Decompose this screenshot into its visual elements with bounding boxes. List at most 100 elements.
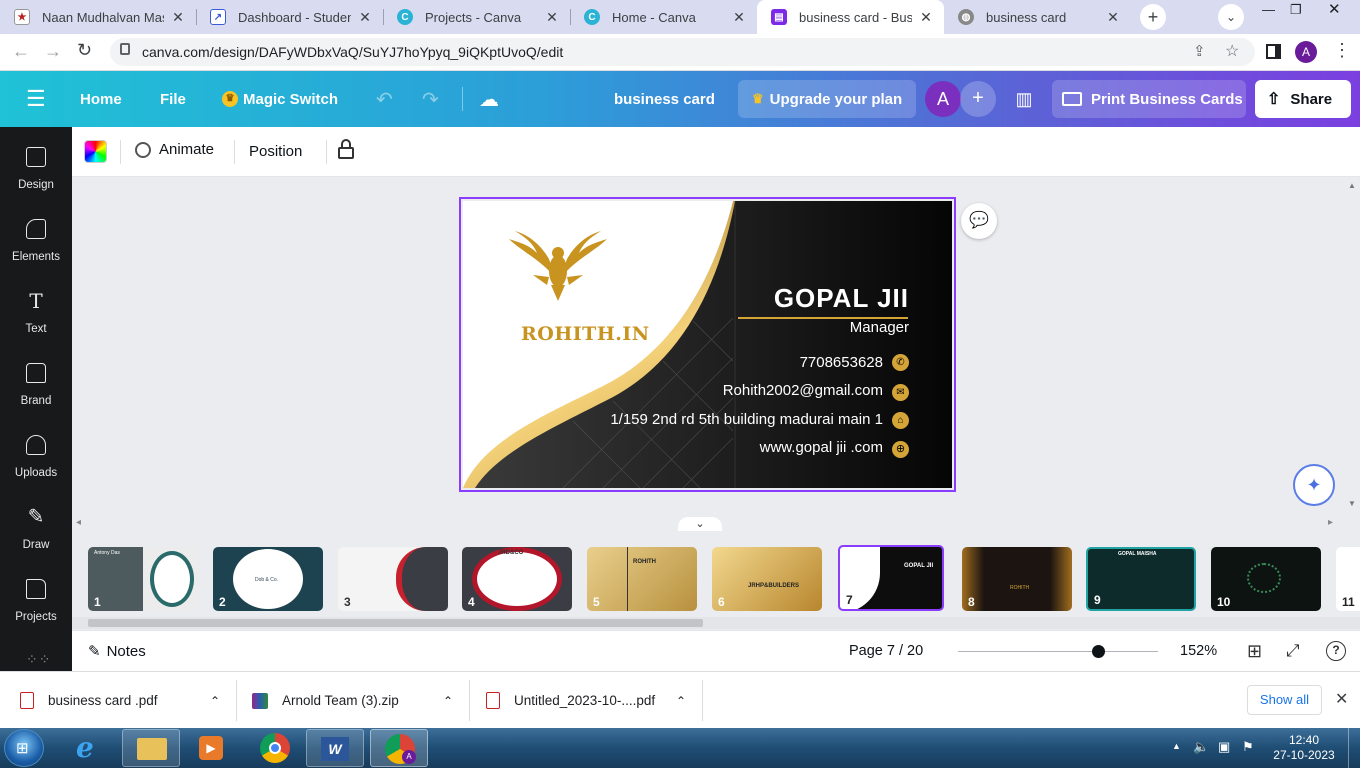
taskbar-ie-icon[interactable]: e	[62, 729, 118, 767]
collapse-pages-chevron-icon[interactable]: ⌄	[678, 517, 722, 531]
page-thumbnail[interactable]: 3	[338, 547, 448, 611]
home-menu-button[interactable]: Home	[80, 71, 122, 127]
grid-view-icon[interactable]: ⊞	[1247, 641, 1262, 662]
chevron-up-icon[interactable]: ⌃	[210, 694, 220, 708]
page-thumbnail[interactable]: JRD&CO 4	[462, 547, 572, 611]
card-email[interactable]: Rohith2002@gmail.com	[643, 382, 883, 399]
browser-menu-icon[interactable]: ⋮	[1333, 40, 1351, 61]
window-minimize-button[interactable]: —	[1262, 2, 1275, 17]
close-tab-icon[interactable]: ✕	[1105, 9, 1121, 26]
sidebar-item-uploads[interactable]: Uploads	[0, 427, 72, 499]
scroll-up-arrow[interactable]: ▲	[1348, 181, 1356, 190]
new-tab-button[interactable]: +	[1140, 4, 1166, 30]
forward-arrow-icon[interactable]: →	[44, 41, 62, 62]
taskbar-clock[interactable]: 12:40 27-10-2023	[1272, 733, 1336, 763]
browser-tab[interactable]: C Projects - Canva ✕	[383, 0, 570, 34]
cloud-saved-icon[interactable]: ☁	[479, 71, 499, 127]
share-page-icon[interactable]: ⇪	[1193, 42, 1206, 60]
magic-assistant-sparkle-icon[interactable]: ✦	[1293, 464, 1335, 506]
chevron-up-icon[interactable]: ⌃	[443, 694, 453, 708]
magic-switch-button[interactable]: ♛ Magic Switch	[222, 71, 338, 127]
file-menu-button[interactable]: File	[160, 71, 186, 127]
browser-tab[interactable]: ★ Naan Mudhalvan Mass ✕	[0, 0, 196, 34]
business-card[interactable]: ROHITH.IN GOPAL JII Manager 7708653628 ✆…	[463, 201, 952, 488]
window-restore-button[interactable]: ❐	[1290, 2, 1302, 18]
redo-icon[interactable]: ↷	[422, 71, 439, 127]
zoom-percentage[interactable]: 152%	[1180, 643, 1217, 659]
window-close-button[interactable]: ✕	[1328, 0, 1341, 18]
tray-expand-arrow[interactable]: ▲	[1172, 741, 1181, 751]
selected-page-frame[interactable]: ROHITH.IN GOPAL JII Manager 7708653628 ✆…	[459, 197, 956, 492]
windows-start-button[interactable]: ⊞	[4, 729, 44, 767]
card-role[interactable]: Manager	[763, 319, 909, 336]
sidebar-item-elements[interactable]: Elements	[0, 211, 72, 283]
browser-tab-active[interactable]: ▤ business card - Busines ✕	[757, 0, 944, 34]
card-name[interactable]: GOPAL JII	[743, 283, 909, 314]
close-tab-icon[interactable]: ✕	[918, 9, 934, 26]
sidebar-item-brand[interactable]: Brand	[0, 355, 72, 427]
back-arrow-icon[interactable]: ←	[12, 41, 30, 62]
upgrade-plan-button[interactable]: ♛ Upgrade your plan	[738, 80, 916, 118]
download-item[interactable]: business card .pdf ⌃	[20, 672, 236, 729]
animate-button[interactable]: Animate	[135, 141, 214, 158]
bookmark-star-icon[interactable]: ☆	[1225, 41, 1239, 61]
profile-avatar[interactable]: A	[1295, 41, 1317, 63]
sidebar-item-design[interactable]: Design	[0, 139, 72, 211]
invite-plus-icon[interactable]: +	[960, 81, 996, 117]
taskbar-chrome-profile-icon[interactable]: A	[370, 729, 428, 767]
taskbar-media-player-icon[interactable]: ▶	[182, 729, 240, 767]
action-center-icon[interactable]: ⚑	[1242, 739, 1254, 755]
page-thumbnail[interactable]: Dob & Co. 2	[213, 547, 323, 611]
page-thumbnail-selected[interactable]: GOPAL JII 7	[838, 545, 944, 611]
scroll-right-arrow[interactable]: ▸	[1328, 517, 1333, 528]
notes-button[interactable]: ✎ Notes	[88, 642, 146, 661]
show-desktop-button[interactable]	[1348, 728, 1360, 768]
horizontal-scrollbar-track[interactable]	[72, 617, 1360, 629]
url-omnibox[interactable]: canva.com/design/DAFyWDbxVaQ/SuYJ7hoYpyq…	[110, 38, 1255, 66]
page-thumbnail[interactable]: ROHITH 8	[962, 547, 1072, 611]
card-website[interactable]: www.gopal jii .com	[693, 439, 883, 456]
lock-icon[interactable]	[338, 139, 354, 159]
close-tab-icon[interactable]: ✕	[731, 9, 747, 26]
print-business-cards-button[interactable]: Print Business Cards	[1052, 80, 1246, 118]
user-avatar[interactable]: A	[925, 81, 961, 117]
chevron-up-icon[interactable]: ⌃	[676, 694, 686, 708]
side-panel-icon[interactable]	[1266, 44, 1281, 59]
card-phone[interactable]: 7708653628	[693, 354, 883, 371]
position-button[interactable]: Position	[249, 143, 302, 160]
close-downloads-icon[interactable]: ✕	[1335, 689, 1348, 709]
page-thumbnail[interactable]: Antony Das 1	[88, 547, 198, 611]
help-icon[interactable]: ?	[1326, 641, 1346, 661]
page-indicator[interactable]: Page 7 / 20	[849, 643, 923, 659]
download-item[interactable]: Untitled_2023-10-....pdf ⌃	[486, 672, 702, 729]
network-icon[interactable]: ▣	[1218, 739, 1230, 755]
zoom-slider-knob[interactable]	[1092, 645, 1105, 658]
scroll-left-arrow[interactable]: ◂	[76, 517, 81, 528]
tab-search-chevron-icon[interactable]: ⌄	[1218, 4, 1244, 30]
scroll-down-arrow[interactable]: ▼	[1348, 499, 1356, 508]
page-thumbnail[interactable]: JRHP&BUILDERS 6	[712, 547, 822, 611]
page-thumbnail[interactable]: 10	[1211, 547, 1321, 611]
close-tab-icon[interactable]: ✕	[544, 9, 560, 26]
insights-chart-icon[interactable]: ▥	[1006, 81, 1042, 117]
show-all-downloads-button[interactable]: Show all	[1247, 685, 1322, 715]
sidebar-item-text[interactable]: T Text	[0, 283, 72, 355]
share-button[interactable]: ⇧ Share	[1255, 80, 1351, 118]
volume-icon[interactable]: 🔈	[1193, 739, 1209, 755]
horizontal-scrollbar-thumb[interactable]	[88, 619, 703, 627]
more-apps-grid-icon[interactable]: ⁘⁘	[26, 651, 51, 668]
fullscreen-icon[interactable]: ⤢	[1286, 641, 1300, 661]
color-picker-swatch[interactable]	[84, 140, 107, 163]
taskbar-explorer-icon[interactable]	[122, 729, 180, 767]
card-address[interactable]: 1/159 2nd rd 5th building madurai main 1	[543, 411, 883, 428]
page-thumbnail[interactable]: 11	[1336, 547, 1360, 611]
close-tab-icon[interactable]: ✕	[170, 9, 186, 26]
browser-tab[interactable]: C Home - Canva ✕	[570, 0, 757, 34]
reload-icon[interactable]: ↻	[77, 40, 92, 61]
download-item[interactable]: Arnold Team (3).zip ⌃	[252, 672, 469, 729]
taskbar-chrome-icon[interactable]	[246, 729, 304, 767]
undo-icon[interactable]: ↶	[376, 71, 393, 127]
hamburger-icon[interactable]: ☰	[26, 71, 46, 127]
page-thumbnail[interactable]: ROHITH 5	[587, 547, 697, 611]
sidebar-item-draw[interactable]: ✎ Draw	[0, 499, 72, 571]
